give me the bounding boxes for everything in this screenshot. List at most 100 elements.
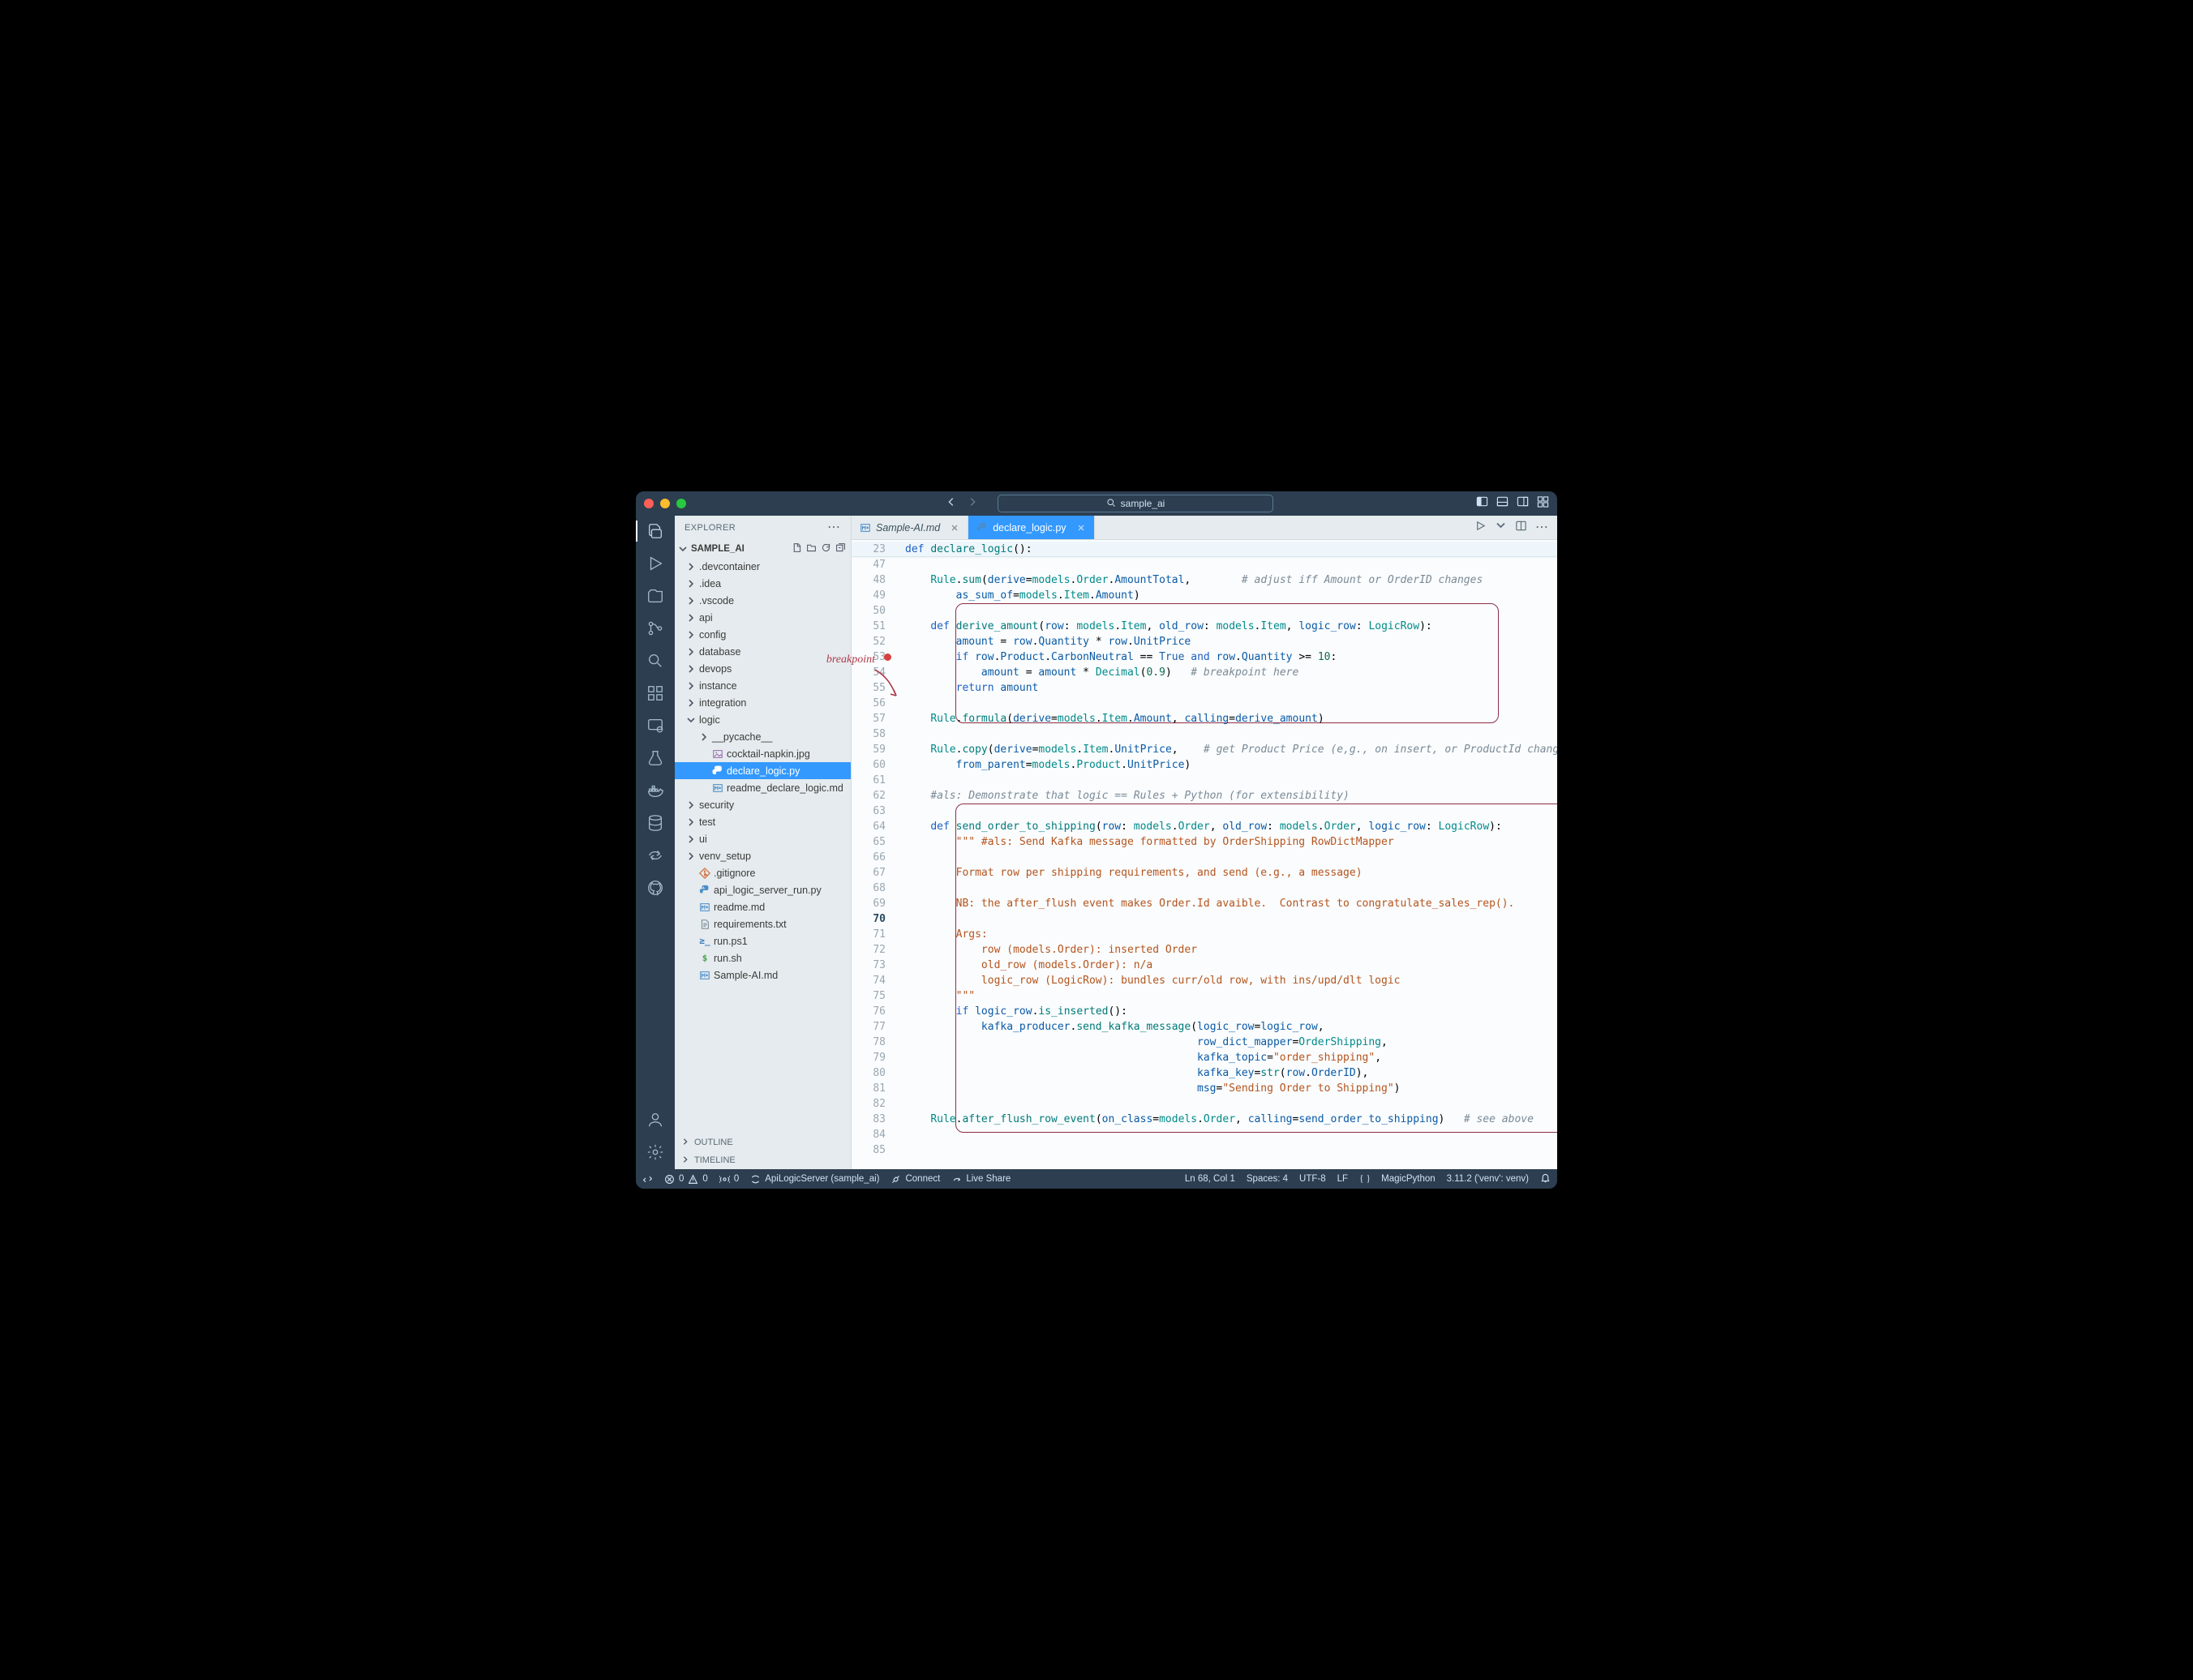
testing-icon[interactable] [645,748,666,769]
tree-item-devops[interactable]: devops [675,660,851,677]
code-line[interactable] [900,773,1557,788]
open-editors-icon[interactable] [645,585,666,606]
tree-item--idea[interactable]: .idea [675,575,851,592]
toggle-panel-icon[interactable] [1496,495,1508,512]
code-line[interactable] [900,1142,1557,1158]
tree-item-ui[interactable]: ui [675,830,851,847]
code-line[interactable]: return amount [900,680,1557,696]
tree-item-readme-declare-logic-md[interactable]: readme_declare_logic.md [675,779,851,796]
customize-layout-icon[interactable] [1537,495,1549,512]
editor-more-icon[interactable]: ⋯ [1535,524,1549,532]
tree-item-declare-logic-py[interactable]: declare_logic.py [675,762,851,779]
code-line[interactable]: logic_row (LogicRow): bundles curr/old r… [900,973,1557,988]
new-folder-icon[interactable] [806,542,817,555]
ports-indicator[interactable]: 0 [719,1174,739,1185]
tab-sample-ai-md[interactable]: Sample-AI.md [852,516,968,539]
code-line[interactable]: def send_order_to_shipping(row: models.O… [900,819,1557,834]
code-line[interactable]: kafka_topic="order_shipping", [900,1050,1557,1065]
workspace-root[interactable]: SAMPLE_AI [675,540,851,558]
share-icon[interactable] [645,845,666,866]
code-line[interactable]: NB: the after_flush event makes Order.Id… [900,896,1557,911]
tree-item-logic[interactable]: logic [675,711,851,728]
source-control-icon[interactable] [645,618,666,639]
search-activity-icon[interactable] [645,650,666,671]
file-tree[interactable]: .devcontainer.idea.vscodeapiconfigdataba… [675,558,851,1134]
tree-item-test[interactable]: test [675,813,851,830]
code-line[interactable]: row_dict_mapper=OrderShipping, [900,1035,1557,1050]
notifications-icon[interactable] [1540,1172,1551,1185]
nav-back-icon[interactable] [946,496,957,512]
close-window-button[interactable] [644,499,654,508]
tree-item-config[interactable]: config [675,626,851,643]
outline-section[interactable]: OUTLINE [675,1134,851,1151]
code-line[interactable]: Rule.formula(derive=models.Item.Amount, … [900,711,1557,726]
database-icon[interactable] [645,812,666,834]
code-line[interactable] [900,804,1557,819]
tree-item-run-ps1[interactable]: ≥_run.ps1 [675,932,851,949]
eol-indicator[interactable]: LF [1337,1174,1348,1184]
split-editor-icon[interactable] [1515,520,1527,536]
code-line[interactable]: kafka_key=str(row.OrderID), [900,1065,1557,1081]
code-line[interactable]: def declare_logic(): [900,542,1557,557]
tree-item-api-logic-server-run-py[interactable]: api_logic_server_run.py [675,881,851,898]
extensions-icon[interactable] [645,683,666,704]
code-line[interactable]: if logic_row.is_inserted(): [900,1004,1557,1019]
cursor-position[interactable]: Ln 68, Col 1 [1185,1174,1235,1184]
nav-forward-icon[interactable] [967,496,978,512]
tree-item-venv-setup[interactable]: venv_setup [675,847,851,864]
code-line[interactable]: """ #als: Send Kafka message formatted b… [900,834,1557,850]
code-line[interactable]: msg="Sending Order to Shipping") [900,1081,1557,1096]
collapse-all-icon[interactable] [835,542,846,555]
command-center[interactable]: sample_ai [998,495,1273,512]
run-file-icon[interactable] [1474,520,1487,536]
zoom-window-button[interactable] [676,499,686,508]
code-line[interactable]: Format row per shipping requirements, an… [900,865,1557,881]
code-line[interactable]: old_row (models.Order): n/a [900,958,1557,973]
toggle-secondary-sidebar-icon[interactable] [1517,495,1529,512]
close-tab-icon[interactable] [1076,523,1086,533]
code-line[interactable] [900,881,1557,896]
code-line[interactable] [900,911,1557,927]
tree-item--gitignore[interactable]: .gitignore [675,864,851,881]
code-line[interactable]: if row.Product.CarbonNeutral == True and… [900,649,1557,665]
code-line[interactable] [900,557,1557,572]
code-line[interactable]: Args: [900,927,1557,942]
code-line[interactable] [900,696,1557,711]
code-line[interactable] [900,1127,1557,1142]
liveshare-button[interactable]: Live Share [951,1174,1011,1185]
encoding-indicator[interactable]: UTF-8 [1299,1174,1326,1184]
tree-item--pycache-[interactable]: __pycache__ [675,728,851,745]
toggle-primary-sidebar-icon[interactable] [1476,495,1488,512]
tree-item-integration[interactable]: integration [675,694,851,711]
python-interpreter[interactable]: 3.11.2 ('venv': venv) [1447,1174,1529,1184]
remote-explorer-icon[interactable] [645,715,666,736]
code-line[interactable]: from_parent=models.Product.UnitPrice) [900,757,1557,773]
tree-item-api[interactable]: api [675,609,851,626]
run-debug-icon[interactable] [645,553,666,574]
timeline-section[interactable]: TIMELINE [675,1151,851,1169]
explorer-icon[interactable] [645,521,666,542]
language-mode[interactable]: { } MagicPython [1359,1174,1436,1184]
refresh-icon[interactable] [821,542,831,555]
python-env-indicator[interactable]: ApiLogicServer (sample_ai) [750,1174,879,1185]
code-line[interactable]: row (models.Order): inserted Order [900,942,1557,958]
tree-item--devcontainer[interactable]: .devcontainer [675,558,851,575]
remote-indicator[interactable] [642,1174,653,1185]
settings-gear-icon[interactable] [645,1142,666,1163]
tree-item-instance[interactable]: instance [675,677,851,694]
accounts-icon[interactable] [645,1109,666,1130]
tree-item-cocktail-napkin-jpg[interactable]: cocktail-napkin.jpg [675,745,851,762]
code-line[interactable]: Rule.after_flush_row_event(on_class=mode… [900,1112,1557,1127]
code-line[interactable] [900,603,1557,619]
tree-item-sample-ai-md[interactable]: Sample-AI.md [675,966,851,984]
code-line[interactable] [900,1096,1557,1112]
tree-item--vscode[interactable]: .vscode [675,592,851,609]
indent-indicator[interactable]: Spaces: 4 [1247,1174,1288,1184]
run-dropdown-icon[interactable] [1495,520,1507,536]
code-line[interactable]: Rule.copy(derive=models.Item.UnitPrice, … [900,742,1557,757]
code-line[interactable]: def derive_amount(row: models.Item, old_… [900,619,1557,634]
code-line[interactable] [900,850,1557,865]
code-line[interactable]: amount = row.Quantity * row.UnitPrice [900,634,1557,649]
minimize-window-button[interactable] [660,499,670,508]
tree-item-run-sh[interactable]: $run.sh [675,949,851,966]
